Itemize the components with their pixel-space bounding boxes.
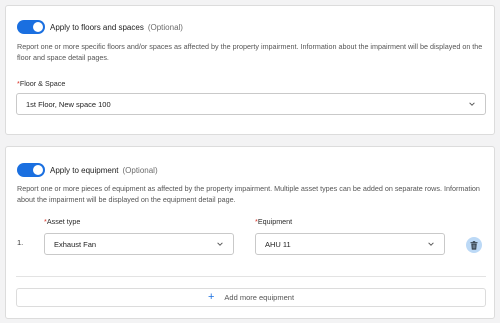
asset-type-value: Exhaust Fan: [54, 239, 97, 249]
asset-type-label-text: Asset type: [46, 217, 81, 226]
add-more-equipment-label: Add more equipment: [224, 293, 295, 302]
trash-icon: [470, 240, 478, 250]
chevron-down-icon: [217, 242, 223, 246]
floor-space-value: 1st Floor, New space 100: [26, 99, 111, 109]
floors-toggle-optional: (Optional): [147, 22, 183, 32]
floors-description: Report one or more specific floors and/o…: [17, 42, 483, 62]
equipment-toggle-row: Apply to equipment (Optional): [17, 163, 158, 177]
equipment-value: AHU 11: [265, 239, 291, 249]
equipment-select[interactable]: AHU 11: [255, 233, 445, 255]
floors-toggle-label: Apply to floors and spaces: [50, 22, 144, 32]
equipment-toggle-label: Apply to equipment: [50, 165, 119, 175]
equipment-card: Apply to equipment (Optional) Report one…: [5, 146, 495, 319]
plus-icon: +: [207, 291, 215, 303]
equipment-toggle-optional: (Optional): [122, 165, 158, 175]
chevron-down-icon: [469, 102, 475, 106]
asset-type-label: *Asset type: [44, 217, 80, 226]
floors-toggle[interactable]: [17, 20, 45, 34]
equipment-label-text: Equipment: [257, 217, 293, 226]
add-more-equipment-button[interactable]: + Add more equipment: [16, 288, 486, 307]
asset-type-select[interactable]: Exhaust Fan: [44, 233, 234, 255]
equipment-label: *Equipment: [255, 217, 292, 226]
floors-toggle-row: Apply to floors and spaces (Optional): [17, 20, 183, 34]
floor-space-label: *Floor & Space: [17, 79, 65, 88]
floor-space-label-text: Floor & Space: [19, 79, 66, 88]
floors-spaces-card: Apply to floors and spaces (Optional) Re…: [5, 5, 495, 135]
row-number: 1.: [17, 238, 24, 247]
equipment-toggle[interactable]: [17, 163, 45, 177]
delete-row-button[interactable]: [466, 237, 482, 253]
divider: [16, 276, 486, 277]
floor-space-select[interactable]: 1st Floor, New space 100: [16, 93, 486, 115]
chevron-down-icon: [428, 242, 434, 246]
equipment-description: Report one or more pieces of equipment a…: [17, 184, 480, 204]
